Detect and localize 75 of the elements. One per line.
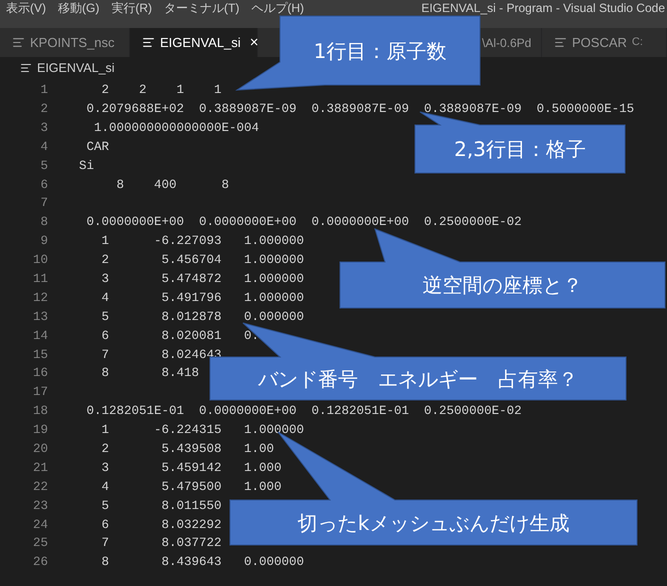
tab-label: \Al-0.6Pd xyxy=(482,34,532,52)
line-number: 12 xyxy=(32,290,48,307)
line-number: 26 xyxy=(32,554,48,572)
code-line: 2 2 1 1 xyxy=(100,82,222,100)
code-line: 6 8.032292 xyxy=(100,516,222,534)
callout-text: 逆空間の座標と？ xyxy=(422,272,582,299)
code-line: 2 5.456704 1.000000 xyxy=(100,252,304,270)
line-number: 17 xyxy=(32,384,48,402)
code-line: 8 400 8 xyxy=(116,176,230,194)
line-number: 10 xyxy=(32,252,48,270)
tab-label: EIGENVAL_si xyxy=(160,34,241,52)
editor-tab[interactable]: EIGENVAL_si × xyxy=(130,28,258,57)
callout-text: 切ったkメッシュぶんだけ生成 xyxy=(298,510,570,536)
line-number: 25 xyxy=(32,535,48,552)
line-number: 1 xyxy=(39,82,48,100)
code-line: 5 8.012878 0.000000 xyxy=(100,308,304,326)
menu-item[interactable]: 表示(V) xyxy=(0,1,52,15)
lines-icon xyxy=(20,62,32,74)
code-line: 7 8.037722 xyxy=(100,535,222,552)
code-line: 0.1282051E-01 0.0000000E+00 0.1282051E-01 0.2500000E-02 xyxy=(86,403,522,420)
code-line: 0.2079688E+02 0.3889087E-09 0.3889087E-09 0.3889087E-09 0.5000000E-15 xyxy=(86,100,634,118)
callout-text: 2,3行目：格子 xyxy=(454,136,586,163)
lines-icon xyxy=(554,36,567,49)
tab-label: KPOINTS_nsc xyxy=(30,34,115,52)
line-number: 24 xyxy=(32,516,48,534)
code-line: 8 8.439643 0.000000 xyxy=(100,554,304,572)
line-number: 23 xyxy=(32,498,48,515)
line-number: 20 xyxy=(32,440,48,458)
callout-text: バンド番号 エネルギー 占有率？ xyxy=(258,366,578,392)
line-number: 22 xyxy=(32,478,48,496)
line-number: 4 xyxy=(39,138,48,156)
menu-item[interactable]: ターミナル(T) xyxy=(158,1,246,15)
tab-label: POSCAR xyxy=(572,34,627,52)
close-button[interactable]: × xyxy=(250,35,258,50)
code-line: 0.0000000E+00 0.0000000E+00 0.0000000E+00 0.2500000E-02 xyxy=(86,214,522,232)
editor-tab[interactable]: \Al-0.6Pd xyxy=(480,28,542,57)
line-number: 21 xyxy=(32,460,48,477)
callout-text: 1行目：原子数 xyxy=(314,38,446,64)
line-number: 5 xyxy=(39,158,48,175)
menu-item[interactable]: 移動(G) xyxy=(52,1,106,15)
line-number: 9 xyxy=(39,233,48,250)
editor-tab[interactable]: POSCAR C: xyxy=(542,28,667,57)
code-line: 3 5.459142 1.000 xyxy=(100,460,282,477)
line-number: 7 xyxy=(39,195,48,212)
line-number: 8 xyxy=(39,214,48,232)
line-number: 16 xyxy=(32,365,48,382)
code-line: 5 8.011550 xyxy=(100,498,222,515)
lines-icon xyxy=(12,36,25,49)
code-line: 6 8.020081 0. xyxy=(100,328,260,345)
line-number: 15 xyxy=(32,346,48,364)
code-line: 1.000000000000000E-004 xyxy=(93,120,260,137)
code-line: 4 5.491796 1.000000 xyxy=(100,290,304,307)
line-number: 14 xyxy=(32,328,48,345)
code-line: 1 -6.224315 1.000000 xyxy=(100,422,304,440)
breadcrumb[interactable]: EIGENVAL_si xyxy=(37,58,115,78)
code-line: 3 5.474872 1.000000 xyxy=(100,270,304,288)
line-number: 19 xyxy=(32,422,48,440)
line-number: 2 xyxy=(39,100,48,118)
menu-item[interactable]: ヘルプ(H) xyxy=(245,1,310,15)
lines-icon xyxy=(142,36,155,49)
line-number: 6 xyxy=(39,176,48,194)
line-number: 13 xyxy=(32,308,48,326)
line-number: 18 xyxy=(32,403,48,420)
code-line: 4 5.479500 1.000 xyxy=(100,478,282,496)
tab-description: C: xyxy=(632,35,643,50)
code-line: 2 5.439508 1.00 xyxy=(100,440,274,458)
editor-tab[interactable]: KPOINTS_nsc xyxy=(0,28,130,57)
code-line: 1 -6.227093 1.000000 xyxy=(100,233,304,250)
window-title: EIGENVAL_si - Program - Visual Studio Code xyxy=(421,1,666,15)
code-line: CAR xyxy=(86,138,110,156)
code-line: Si xyxy=(79,158,94,175)
line-number: 11 xyxy=(32,270,48,288)
line-number: 3 xyxy=(39,120,48,137)
menu-item[interactable]: 実行(R) xyxy=(105,1,158,15)
code-line: 8 8.418 xyxy=(100,365,200,382)
